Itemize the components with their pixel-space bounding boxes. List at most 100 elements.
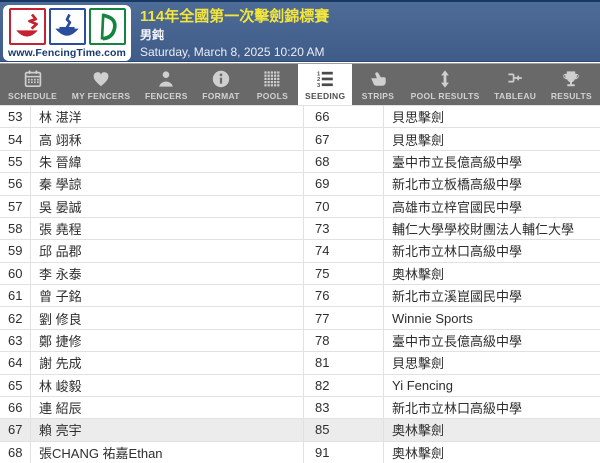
name-cell: 連 紹辰 — [30, 396, 303, 419]
club-cell: 貝思擊劍 — [383, 106, 600, 128]
seed-cell: 57 — [8, 198, 23, 214]
table-row[interactable]: 66 連 紹辰 83 新北市立林口高級中學 — [0, 395, 600, 419]
name-cell: 張 堯程 — [30, 217, 303, 240]
table-row[interactable]: 65 林 峻毅 82 Yi Fencing — [0, 373, 600, 396]
rank-cell: 85 — [303, 419, 383, 441]
seed-cell: 62 — [8, 310, 23, 326]
table-row[interactable]: 67 賴 亮宇 85 奧林擊劍 — [0, 418, 600, 441]
table-row[interactable]: 62 劉 修良 77 Winnie Sports — [0, 306, 600, 329]
tab-my-fencers[interactable]: MY FENCERS — [65, 64, 138, 105]
table-row[interactable]: 56 秦 學諒 69 新北市立板橋高級中學 — [0, 172, 600, 195]
logo-url: www.FencingTime.com — [7, 47, 126, 59]
rank-cell: 68 — [303, 150, 383, 173]
table-row[interactable]: 63 鄭 捷修 78 臺中市立長億高級中學 — [0, 328, 600, 352]
person-icon — [156, 69, 176, 89]
heart-icon — [91, 69, 111, 89]
rank-cell: 78 — [303, 329, 383, 352]
seed-cell: 53 — [8, 109, 23, 125]
rank-cell: 67 — [303, 128, 383, 150]
club-cell: 新北市立板橋高級中學 — [383, 173, 600, 195]
seed-cell: 67 — [8, 422, 23, 438]
club-cell: 奧林擊劍 — [383, 262, 600, 284]
bracket-icon — [505, 69, 525, 89]
rank-cell: 82 — [303, 374, 383, 396]
table-row[interactable]: 59 邱 品郡 74 新北市立林口高級中學 — [0, 239, 600, 262]
rank-cell: 73 — [303, 217, 383, 240]
tab-tableau[interactable]: TABLEAU — [487, 64, 543, 105]
name-cell: 賴 亮宇 — [30, 419, 303, 441]
rank-cell: 66 — [303, 106, 383, 128]
tab-strips[interactable]: STRIPS — [353, 64, 403, 105]
table-row[interactable]: 54 高 翊秝 67 貝思擊劍 — [0, 127, 600, 150]
tab-fencers[interactable]: FENCERS — [138, 64, 195, 105]
fencingtime-page: www.FencingTime.com 114年全國第一次擊劍錦標賽 男鈍 Sa… — [0, 0, 600, 463]
table-row[interactable]: 55 朱 晉緯 68 臺中市立長億高級中學 — [0, 149, 600, 173]
epee-icon — [48, 8, 86, 45]
tab-label: FENCERS — [144, 90, 188, 101]
seed-cell: 56 — [8, 176, 23, 192]
seed-cell: 59 — [8, 243, 23, 259]
tab-pools[interactable]: POOLS — [247, 64, 297, 105]
tab-format[interactable]: FORMAT — [195, 64, 247, 105]
tab-label: SCHEDULE — [8, 90, 58, 101]
hand-icon — [368, 69, 388, 89]
name-cell: 高 翊秝 — [30, 128, 303, 150]
seed-cell: 66 — [8, 400, 23, 416]
fencingtime-logo[interactable]: www.FencingTime.com — [3, 5, 131, 61]
table-row[interactable]: 60 李 永泰 75 奧林擊劍 — [0, 261, 600, 284]
tab-schedule[interactable]: SCHEDULE — [1, 64, 64, 105]
table-row[interactable]: 53 林 湛洋 66 貝思擊劍 — [0, 105, 600, 128]
rank-cell: 70 — [303, 195, 383, 217]
updown-arrow-icon — [435, 69, 455, 89]
name-cell: 吳 晏誠 — [30, 195, 303, 217]
club-cell: 臺中市立長億高級中學 — [383, 150, 600, 173]
tab-label: MY FENCERS — [71, 90, 131, 101]
seed-cell: 65 — [8, 377, 23, 393]
name-cell: 李 永泰 — [30, 262, 303, 284]
tab-pool-results[interactable]: POOL RESULTS — [404, 64, 487, 105]
name-cell: 朱 晉緯 — [30, 150, 303, 173]
info-icon — [211, 69, 231, 89]
seed-cell: 68 — [8, 444, 23, 460]
rank-cell: 69 — [303, 173, 383, 195]
numbered-list-icon: 123 — [315, 69, 335, 89]
name-cell: 曾 子銘 — [30, 285, 303, 307]
seeding-table: 53 林 湛洋 66 貝思擊劍 54 高 翊秝 67 貝思擊劍 55 朱 晉緯 68 臺中市立長億高級… — [0, 105, 600, 463]
rank-cell: 77 — [303, 307, 383, 329]
name-cell: 鄭 捷修 — [30, 329, 303, 352]
table-row[interactable]: 61 曾 子銘 76 新北市立溪崑國民中學 — [0, 284, 600, 307]
table-row[interactable]: 58 張 堯程 73 輔仁大學學校財團法人輔仁大學 — [0, 216, 600, 240]
club-cell: 新北市立溪崑國民中學 — [383, 285, 600, 307]
club-cell: 奧林擊劍 — [383, 419, 600, 441]
rank-cell: 74 — [303, 240, 383, 262]
event-info: 114年全國第一次擊劍錦標賽 男鈍 Saturday, March 8, 202… — [140, 7, 329, 60]
rank-cell: 83 — [303, 396, 383, 419]
club-cell: Winnie Sports — [383, 307, 600, 329]
club-cell: 貝思擊劍 — [383, 128, 600, 150]
club-cell: 輔仁大學學校財團法人輔仁大學 — [383, 217, 600, 240]
club-cell: 奧林擊劍 — [383, 441, 600, 463]
rank-cell: 76 — [303, 285, 383, 307]
table-row[interactable]: 64 謝 先成 81 貝思擊劍 — [0, 351, 600, 374]
event-title: 114年全國第一次擊劍錦標賽 — [140, 8, 330, 25]
rank-cell: 91 — [303, 441, 383, 463]
event-datetime: Saturday, March 8, 2025 10:20 AM — [140, 45, 325, 59]
table-row[interactable]: 68 張CHANG 祐嘉Ethan 91 奧林擊劍 — [0, 440, 600, 463]
rank-cell: 75 — [303, 262, 383, 284]
table-row[interactable]: 57 吳 晏誠 70 高雄市立梓官國民中學 — [0, 194, 600, 217]
tab-label: SEEDING — [305, 90, 346, 101]
tab-label: STRIPS — [361, 90, 395, 101]
seed-cell: 58 — [8, 221, 23, 237]
rank-cell: 81 — [303, 352, 383, 374]
club-cell: 高雄市立梓官國民中學 — [383, 195, 600, 217]
seed-cell: 63 — [8, 332, 23, 348]
trophy-icon — [561, 69, 581, 89]
logo-weapon-icons — [8, 8, 126, 45]
tab-results[interactable]: RESULTS — [544, 64, 599, 105]
tab-seeding[interactable]: 1 2 3 SEEDING — [298, 64, 353, 105]
seed-cell: 55 — [8, 153, 23, 169]
seed-cell: 60 — [8, 265, 23, 281]
grid-icon — [262, 69, 282, 89]
club-cell: 新北市立林口高級中學 — [383, 240, 600, 262]
tab-label: POOL RESULTS — [410, 90, 480, 101]
